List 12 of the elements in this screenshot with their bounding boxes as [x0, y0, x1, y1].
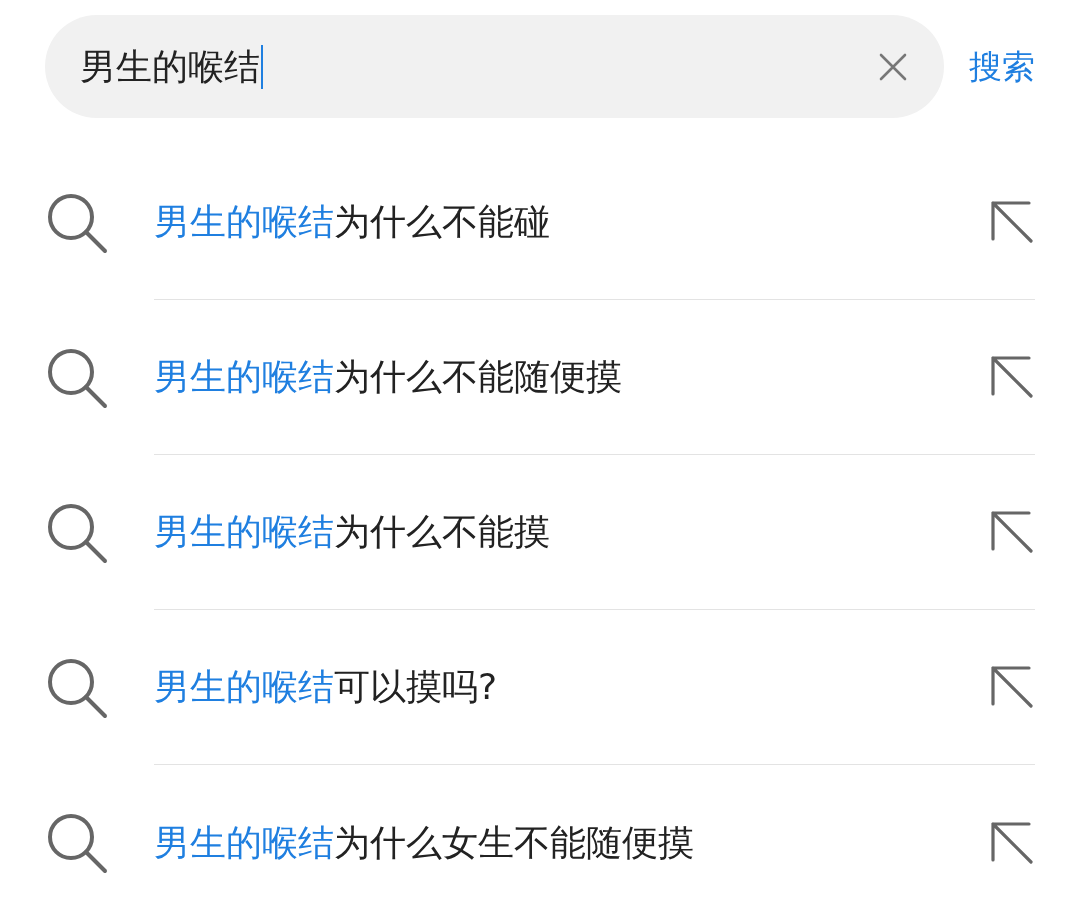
suggestion-text[interactable]: 男生的喉结可以摸吗? [154, 660, 989, 714]
arrow-icon[interactable] [989, 354, 1035, 400]
search-field[interactable]: 男生的喉结 [45, 15, 944, 118]
suggestion-text[interactable]: 男生的喉结为什么不能随便摸 [154, 350, 989, 404]
arrow-icon[interactable] [989, 664, 1035, 710]
arrow-icon[interactable] [989, 819, 1035, 866]
arrow-icon[interactable] [989, 509, 1035, 555]
suggestion-text[interactable]: 男生的喉结为什么女生不能随便摸 [154, 815, 989, 870]
arrow-icon[interactable] [989, 199, 1035, 245]
suggestion-text[interactable]: 男生的喉结为什么不能摸 [154, 505, 989, 559]
search-button[interactable]: 搜索 [944, 41, 1035, 92]
suggestion-text[interactable]: 男生的喉结为什么不能碰 [154, 195, 989, 249]
